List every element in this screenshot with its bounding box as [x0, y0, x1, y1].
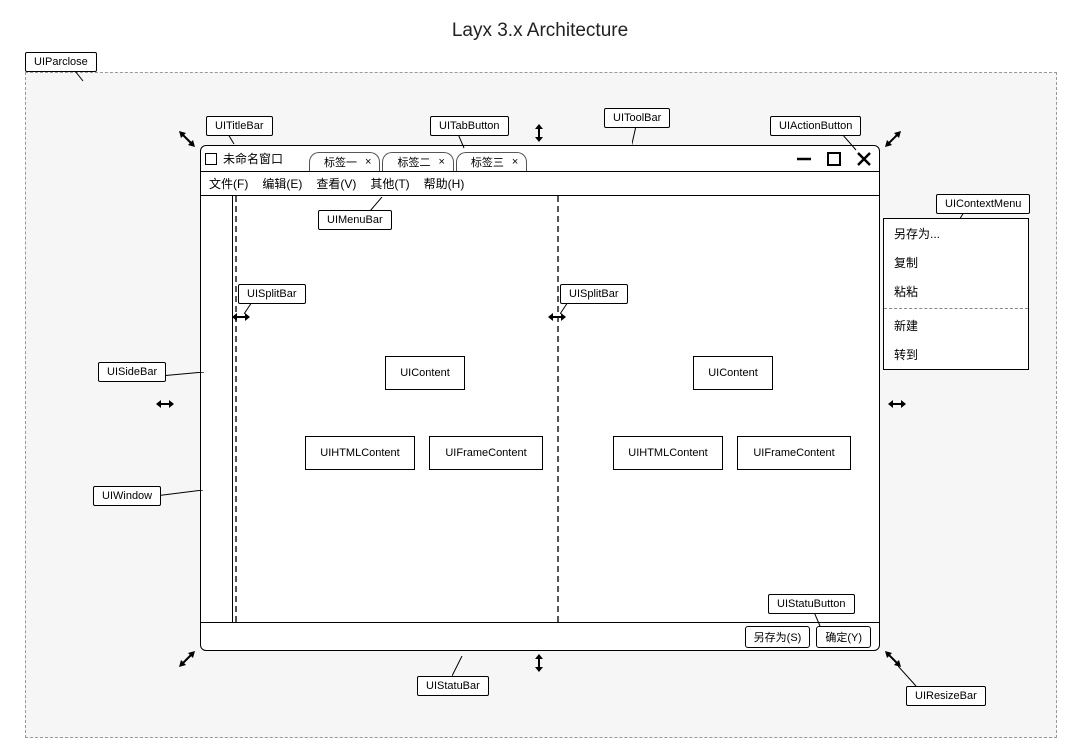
node-uicontent-left: UIContent [385, 356, 465, 390]
node-uiframecontent-left: UIFrameContent [429, 436, 543, 470]
window-body: UIContent UIHTMLContent UIFrameContent U… [201, 196, 879, 622]
menu-view[interactable]: 查看(V) [316, 175, 356, 192]
callout-tabbutton: UITabButton [430, 116, 509, 136]
callout-sidebar: UISideBar [98, 362, 166, 382]
close-button[interactable] [855, 150, 873, 168]
callout-window: UIWindow [93, 486, 161, 506]
menu-help[interactable]: 帮助(H) [424, 175, 465, 192]
ctx-copy[interactable]: 复制 [884, 248, 1028, 277]
menu-edit[interactable]: 编辑(E) [262, 175, 302, 192]
status-button-ok[interactable]: 确定(Y) [816, 626, 871, 648]
callout-menubar: UIMenuBar [318, 210, 392, 230]
tab-3[interactable]: 标签三 × [456, 152, 527, 171]
ctx-paste[interactable]: 粘粘 [884, 277, 1028, 306]
callout-actionbutton: UIActionButton [770, 116, 861, 136]
minimize-button[interactable] [795, 150, 813, 168]
callout-statubar: UIStatuBar [417, 676, 489, 696]
node-uiframecontent-right: UIFrameContent [737, 436, 851, 470]
ctx-separator [884, 308, 1028, 309]
callout-parclose: UIParclose [25, 52, 97, 72]
node-uihtmlcontent-right: UIHTMLContent [613, 436, 723, 470]
node-uicontent-right: UIContent [693, 356, 773, 390]
menu-other[interactable]: 其他(T) [370, 175, 409, 192]
tab-strip: 标签一 × 标签二 × 标签三 × [309, 146, 527, 171]
status-bar: 另存为(S) 确定(Y) [201, 622, 879, 650]
callout-splitbar-right: UISplitBar [560, 284, 628, 304]
menu-file[interactable]: 文件(F) [209, 175, 248, 192]
callout-contextmenu: UIContextMenu [936, 194, 1030, 214]
ctx-new[interactable]: 新建 [884, 311, 1028, 340]
ctx-saveas[interactable]: 另存为... [884, 219, 1028, 248]
close-icon[interactable]: × [438, 156, 444, 168]
content-area: UIContent UIHTMLContent UIFrameContent U… [235, 196, 879, 622]
callout-toolbar: UIToolBar [604, 108, 670, 128]
ctx-goto[interactable]: 转到 [884, 340, 1028, 369]
close-icon[interactable]: × [512, 156, 518, 168]
tab-2[interactable]: 标签二 × [382, 152, 453, 171]
title-bar: 未命名窗口 标签一 × 标签二 × 标签三 × [201, 146, 879, 172]
close-icon[interactable]: × [365, 156, 371, 168]
maximize-button[interactable] [825, 150, 843, 168]
tab-2-label: 标签二 [397, 154, 430, 170]
window-icon [205, 153, 217, 165]
vertical-split-bar[interactable] [557, 196, 559, 622]
tab-1-label: 标签一 [324, 154, 357, 170]
node-uihtmlcontent-left: UIHTMLContent [305, 436, 415, 470]
side-bar[interactable] [201, 196, 233, 622]
status-button-saveas[interactable]: 另存为(S) [745, 626, 811, 648]
callout-resizebar: UIResizeBar [906, 686, 986, 706]
window-title: 未命名窗口 [223, 150, 283, 167]
diagram-title: Layx 3.x Architecture [0, 20, 1080, 42]
menu-bar: 文件(F) 编辑(E) 查看(V) 其他(T) 帮助(H) [201, 172, 879, 196]
callout-titlebar: UITitleBar [206, 116, 273, 136]
tab-1[interactable]: 标签一 × [309, 152, 380, 171]
window-action-group [795, 146, 873, 171]
context-menu: 另存为... 复制 粘粘 新建 转到 [883, 218, 1029, 370]
ui-window: 未命名窗口 标签一 × 标签二 × 标签三 × 文件(F) 编辑(E) 查看(V) 其… [200, 145, 880, 651]
callout-splitbar-left: UISplitBar [238, 284, 306, 304]
callout-statubutton: UIStatuButton [768, 594, 855, 614]
tab-3-label: 标签三 [471, 154, 504, 170]
